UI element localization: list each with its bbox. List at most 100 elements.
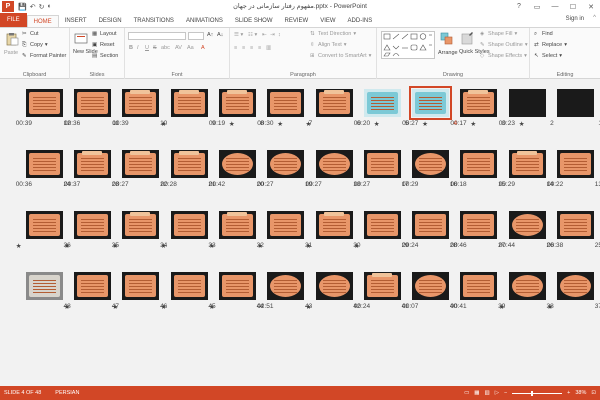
shape-fill-button[interactable]: ◈ Shape Fill ▾ [480,31,517,37]
shapes-gallery[interactable] [381,31,435,59]
slide-thumbnail[interactable] [315,89,353,117]
tab-transitions[interactable]: TRANSITIONS [128,15,180,27]
shape-effects-button[interactable]: ◇ Shape Effects ▾ [480,53,527,59]
slide-thumbnail[interactable] [170,150,208,178]
minimize-button[interactable]: — [546,0,564,13]
slide-thumbnail[interactable] [363,150,401,178]
fit-to-window-icon[interactable]: ⊡ [591,390,596,396]
slide-thumbnail[interactable] [122,150,160,178]
change-case-button[interactable]: Aa [187,45,194,51]
zoom-level[interactable]: 38% [575,390,586,396]
slide-thumbnail[interactable] [508,211,546,239]
animation-star-icon[interactable]: ★ [519,120,525,128]
slideshow-view-icon[interactable]: ▷ [495,390,499,396]
select-button[interactable]: ↖ Select ▾ [534,53,562,59]
find-button[interactable]: ⌕ Find [534,31,553,37]
animation-star-icon[interactable]: ★ [16,242,22,250]
decrease-indent-button[interactable]: ⇤ [262,32,267,38]
slide-thumbnail[interactable] [557,272,594,300]
layout-button[interactable]: ▦ Layout [92,31,117,37]
tab-design[interactable]: DESIGN [93,15,128,27]
slide-thumbnail[interactable] [25,272,63,300]
slide-thumbnail[interactable] [74,150,111,178]
slide-thumbnail[interactable] [218,89,256,117]
slide-thumbnail[interactable] [460,211,498,239]
tab-home[interactable]: HOME [26,15,59,27]
zoom-out-button[interactable]: − [504,390,507,396]
language-status[interactable]: PERSIAN [55,390,79,396]
underline-button[interactable]: U [145,45,149,51]
convert-to-smartart-button[interactable]: ⊞ Convert to SmartArt ▾ [310,53,371,59]
format-painter-button[interactable]: ✎ Format Painter [22,53,66,59]
tab-slide-show[interactable]: SLIDE SHOW [229,15,279,27]
zoom-slider[interactable] [512,390,563,396]
slide-thumbnail[interactable] [74,89,111,117]
bold-button[interactable]: B [129,45,133,51]
slide-thumbnail[interactable] [412,150,450,178]
animation-star-icon[interactable]: ★ [229,120,235,128]
tab-view[interactable]: VIEW [314,15,341,27]
slide-thumbnail[interactable] [363,272,401,300]
slide-thumbnail[interactable] [508,272,546,300]
increase-indent-button[interactable]: ⇥ [270,32,275,38]
arrange-button[interactable]: Arrange [438,50,458,56]
align-text-button[interactable]: ⇳ Align Text ▾ [310,42,347,48]
shape-outline-button[interactable]: ✎ Shape Outline ▾ [480,42,528,48]
bullets-button[interactable]: ☰ ▾ [234,32,243,38]
font-name-box[interactable] [128,32,186,40]
slide-thumbnail[interactable] [74,272,111,300]
slide-thumbnail[interactable] [460,89,498,117]
slide-thumbnail[interactable] [218,150,256,178]
slide-thumbnail[interactable] [170,89,208,117]
slide-thumbnail[interactable] [267,89,305,117]
text-direction-button[interactable]: ⇅ Text Direction ▾ [310,31,356,37]
slide-thumbnail[interactable] [412,272,450,300]
slide-thumbnail[interactable] [412,211,450,239]
maximize-button[interactable]: ☐ [564,0,582,13]
slide-sorter-view-icon[interactable]: ▦ [474,390,479,396]
slide-thumbnail[interactable] [315,150,353,178]
help-button[interactable]: ? [510,0,528,13]
reset-button[interactable]: ▣ Reset [92,42,114,48]
slide-thumbnail[interactable] [122,211,160,239]
italic-button[interactable]: I [137,45,139,51]
font-color-button[interactable]: A [201,45,205,51]
animation-star-icon[interactable]: ★ [374,120,380,128]
slide-thumbnail[interactable] [363,89,401,117]
animation-star-icon[interactable]: ★ [422,120,428,128]
replace-button[interactable]: ⇄ Replace ▾ [534,42,567,48]
slide-thumbnail[interactable] [460,150,498,178]
ribbon-options-button[interactable]: ▭ [528,0,546,13]
sign-in-link[interactable]: Sign in [566,16,584,22]
slide-thumbnail[interactable] [315,272,353,300]
shrink-font-icon[interactable]: A↓ [217,32,223,38]
slide-thumbnail[interactable] [25,150,63,178]
paste-button[interactable]: Paste [4,50,18,56]
tab-insert[interactable]: INSERT [59,15,93,27]
slide-thumbnail[interactable] [557,89,594,117]
zoom-in-button[interactable]: + [567,390,570,396]
tab-review[interactable]: REVIEW [279,15,315,27]
slide-thumbnail[interactable] [170,272,208,300]
align-right-button[interactable]: ≡ [250,45,253,51]
slide-thumbnail[interactable] [218,211,256,239]
grow-font-icon[interactable]: A↑ [207,32,213,38]
slide-thumbnail[interactable] [267,272,305,300]
animation-star-icon[interactable]: ★ [470,120,476,128]
align-center-button[interactable]: ≡ [242,45,245,51]
slide-thumbnail[interactable] [267,211,305,239]
normal-view-icon[interactable]: ▭ [464,390,469,396]
slide-thumbnail[interactable] [218,272,256,300]
slide-sorter[interactable]: 100:23★200:17★300:27★400:20★5★600:30★700… [0,80,600,386]
shadow-button[interactable]: abc [161,45,170,51]
tab-animations[interactable]: ANIMATIONS [180,15,229,27]
slide-thumbnail[interactable] [122,89,160,117]
section-button[interactable]: ▤ Section [92,53,118,59]
cut-button[interactable]: ✂ Cut [22,31,39,37]
slide-thumbnail[interactable] [25,211,63,239]
tab-file[interactable]: FILE [0,13,27,27]
slide-thumbnail[interactable] [122,272,160,300]
character-spacing-button[interactable]: AV [175,45,182,51]
align-left-button[interactable]: ≡ [234,45,237,51]
columns-button[interactable]: ▥ [266,45,271,51]
